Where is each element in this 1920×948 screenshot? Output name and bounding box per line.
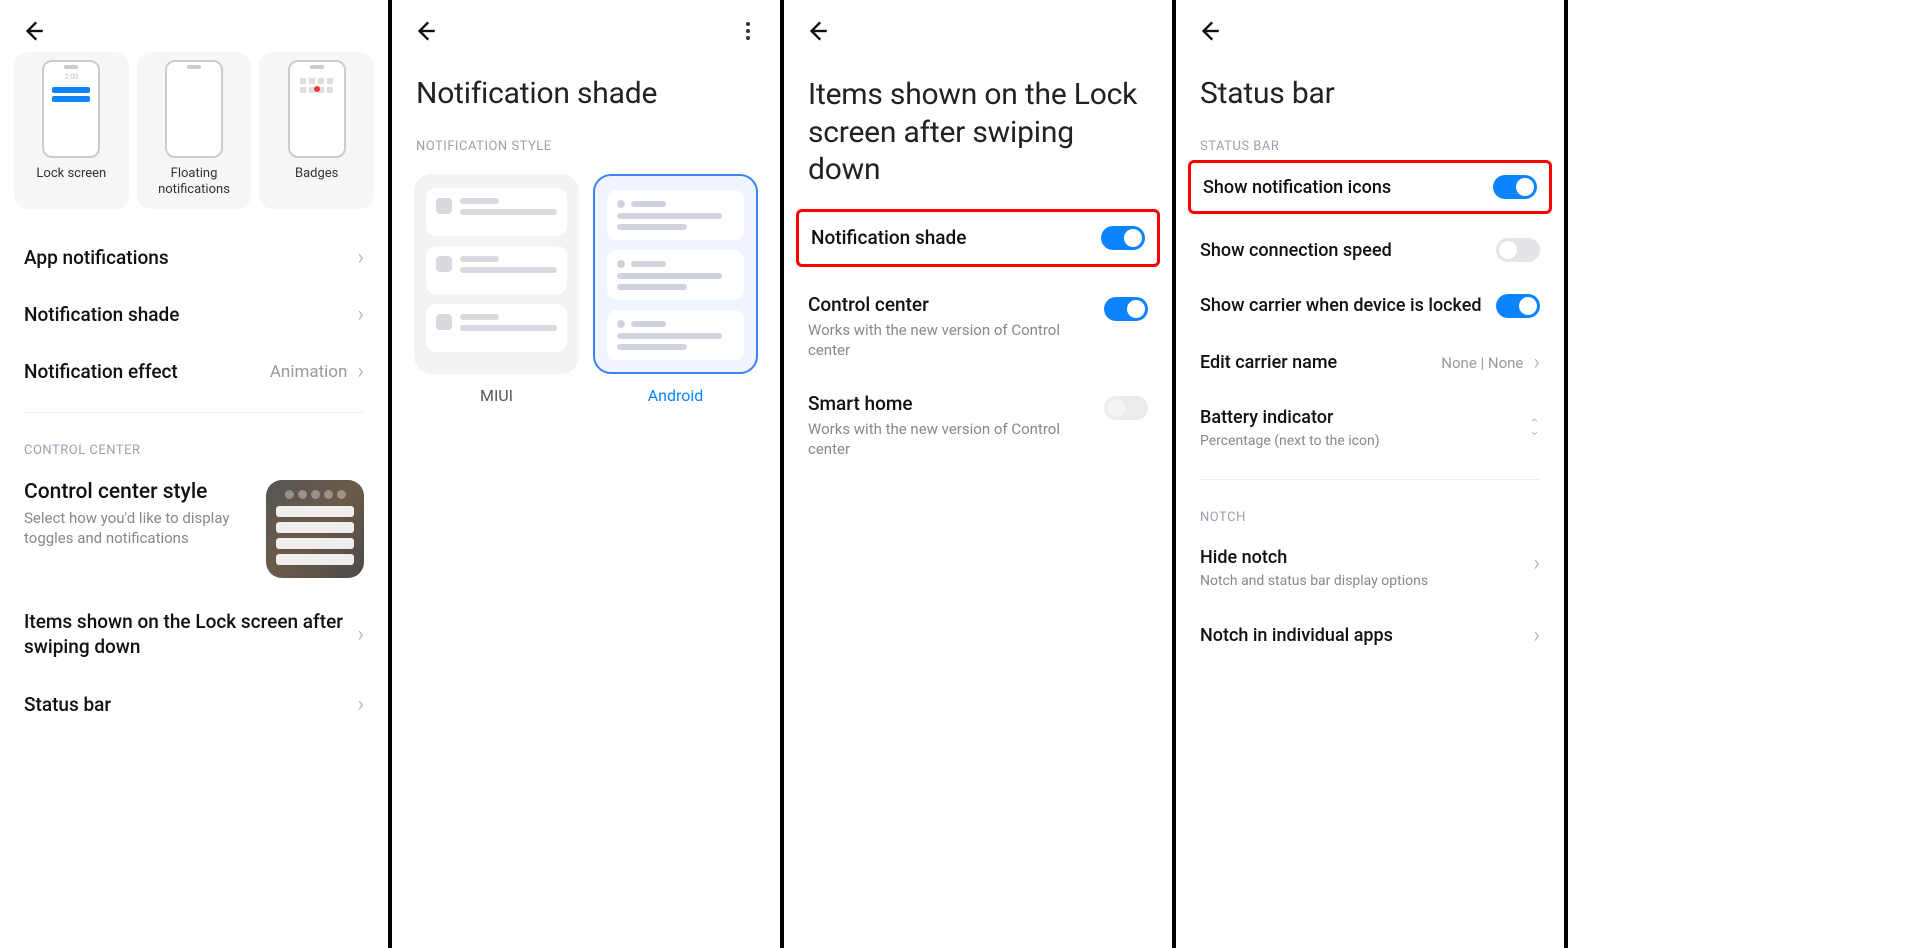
row-items-lock-screen[interactable]: Items shown on the Lock screen after swi… bbox=[0, 594, 388, 675]
row-show-notification-icons[interactable]: Show notification icons bbox=[1191, 163, 1549, 211]
back-icon[interactable] bbox=[1196, 18, 1222, 44]
divider bbox=[1200, 479, 1540, 480]
divider bbox=[24, 412, 364, 413]
row-battery-indicator[interactable]: Battery indicator Percentage (next to th… bbox=[1176, 391, 1564, 467]
more-icon[interactable] bbox=[736, 19, 760, 43]
lock-screen-items-panel: Items shown on the Lock screen after swi… bbox=[784, 0, 1176, 948]
chevron-right-icon: › bbox=[357, 692, 364, 717]
page-title: Items shown on the Lock screen after swi… bbox=[784, 48, 1172, 199]
row-edit-carrier-name[interactable]: Edit carrier name None | None › bbox=[1176, 334, 1564, 391]
style-option-android[interactable]: Android bbox=[593, 174, 758, 405]
preview-label: Floating notifications bbox=[143, 166, 246, 197]
toggle-switch bbox=[1104, 396, 1148, 420]
chevron-right-icon: › bbox=[357, 359, 364, 384]
row-notch-individual-apps[interactable]: Notch in individual apps › bbox=[1176, 607, 1564, 664]
toggle-switch[interactable] bbox=[1101, 226, 1145, 250]
row-notification-shade[interactable]: Notification shade › bbox=[0, 286, 388, 343]
section-label-control-center: CONTROL CENTER bbox=[0, 425, 388, 464]
value-text: None | None bbox=[1441, 354, 1523, 372]
chevron-right-icon: › bbox=[357, 622, 364, 647]
page-title: Status bar bbox=[1176, 48, 1564, 121]
page-title: Notification shade bbox=[392, 48, 780, 121]
row-show-connection-speed[interactable]: Show connection speed bbox=[1176, 222, 1564, 278]
row-smart-home-toggle[interactable]: Smart home Works with the new version of… bbox=[784, 376, 1172, 476]
row-control-center-style[interactable]: Control center style Select how you'd li… bbox=[0, 464, 388, 594]
section-label-status-bar: STATUS BAR bbox=[1176, 121, 1564, 160]
style-option-miui[interactable]: MIUI bbox=[414, 174, 579, 405]
toggle-switch[interactable] bbox=[1493, 175, 1537, 199]
row-hide-notch[interactable]: Hide notch Notch and status bar display … bbox=[1176, 531, 1564, 607]
highlight-box: Notification shade bbox=[796, 209, 1160, 267]
back-icon[interactable] bbox=[20, 18, 46, 44]
chevron-right-icon: › bbox=[1533, 350, 1540, 375]
toggle-switch[interactable] bbox=[1496, 238, 1540, 262]
section-label-style: NOTIFICATION STYLE bbox=[392, 121, 780, 160]
highlight-box: Show notification icons bbox=[1188, 160, 1552, 214]
style-label: MIUI bbox=[480, 386, 513, 405]
row-status-bar[interactable]: Status bar › bbox=[0, 676, 388, 733]
toggle-switch[interactable] bbox=[1104, 297, 1148, 321]
section-label-notch: NOTCH bbox=[1176, 492, 1564, 531]
row-notification-effect[interactable]: Notification effect Animation › bbox=[0, 343, 388, 400]
preview-lock-screen[interactable]: 2:00 Lock screen bbox=[14, 52, 129, 209]
chevron-right-icon: › bbox=[1533, 623, 1540, 648]
row-show-carrier-locked[interactable]: Show carrier when device is locked bbox=[1176, 278, 1564, 334]
settings-notifications-panel: 2:00 Lock screen Floating notifications … bbox=[0, 0, 392, 948]
updown-icon[interactable]: ⌃⌄ bbox=[1529, 422, 1540, 435]
status-bar-panel: Status bar STATUS BAR Show notification … bbox=[1176, 0, 1568, 948]
style-label: Android bbox=[648, 386, 704, 405]
back-icon[interactable] bbox=[412, 18, 438, 44]
chevron-right-icon: › bbox=[357, 245, 364, 270]
notification-shade-panel: Notification shade NOTIFICATION STYLE MI… bbox=[392, 0, 784, 948]
preview-floating[interactable]: Floating notifications bbox=[137, 52, 252, 209]
row-app-notifications[interactable]: App notifications › bbox=[0, 229, 388, 286]
chevron-right-icon: › bbox=[1533, 551, 1540, 576]
preview-label: Badges bbox=[295, 166, 338, 182]
chevron-right-icon: › bbox=[357, 302, 364, 327]
row-notification-shade-toggle[interactable]: Notification shade bbox=[799, 212, 1157, 264]
back-icon[interactable] bbox=[804, 18, 830, 44]
preview-badges[interactable]: Badges bbox=[259, 52, 374, 209]
preview-label: Lock screen bbox=[36, 166, 106, 182]
control-center-thumbnail bbox=[266, 480, 364, 578]
value-text: Animation bbox=[270, 362, 348, 382]
row-control-center-toggle[interactable]: Control center Works with the new versio… bbox=[784, 277, 1172, 377]
toggle-switch[interactable] bbox=[1496, 294, 1540, 318]
